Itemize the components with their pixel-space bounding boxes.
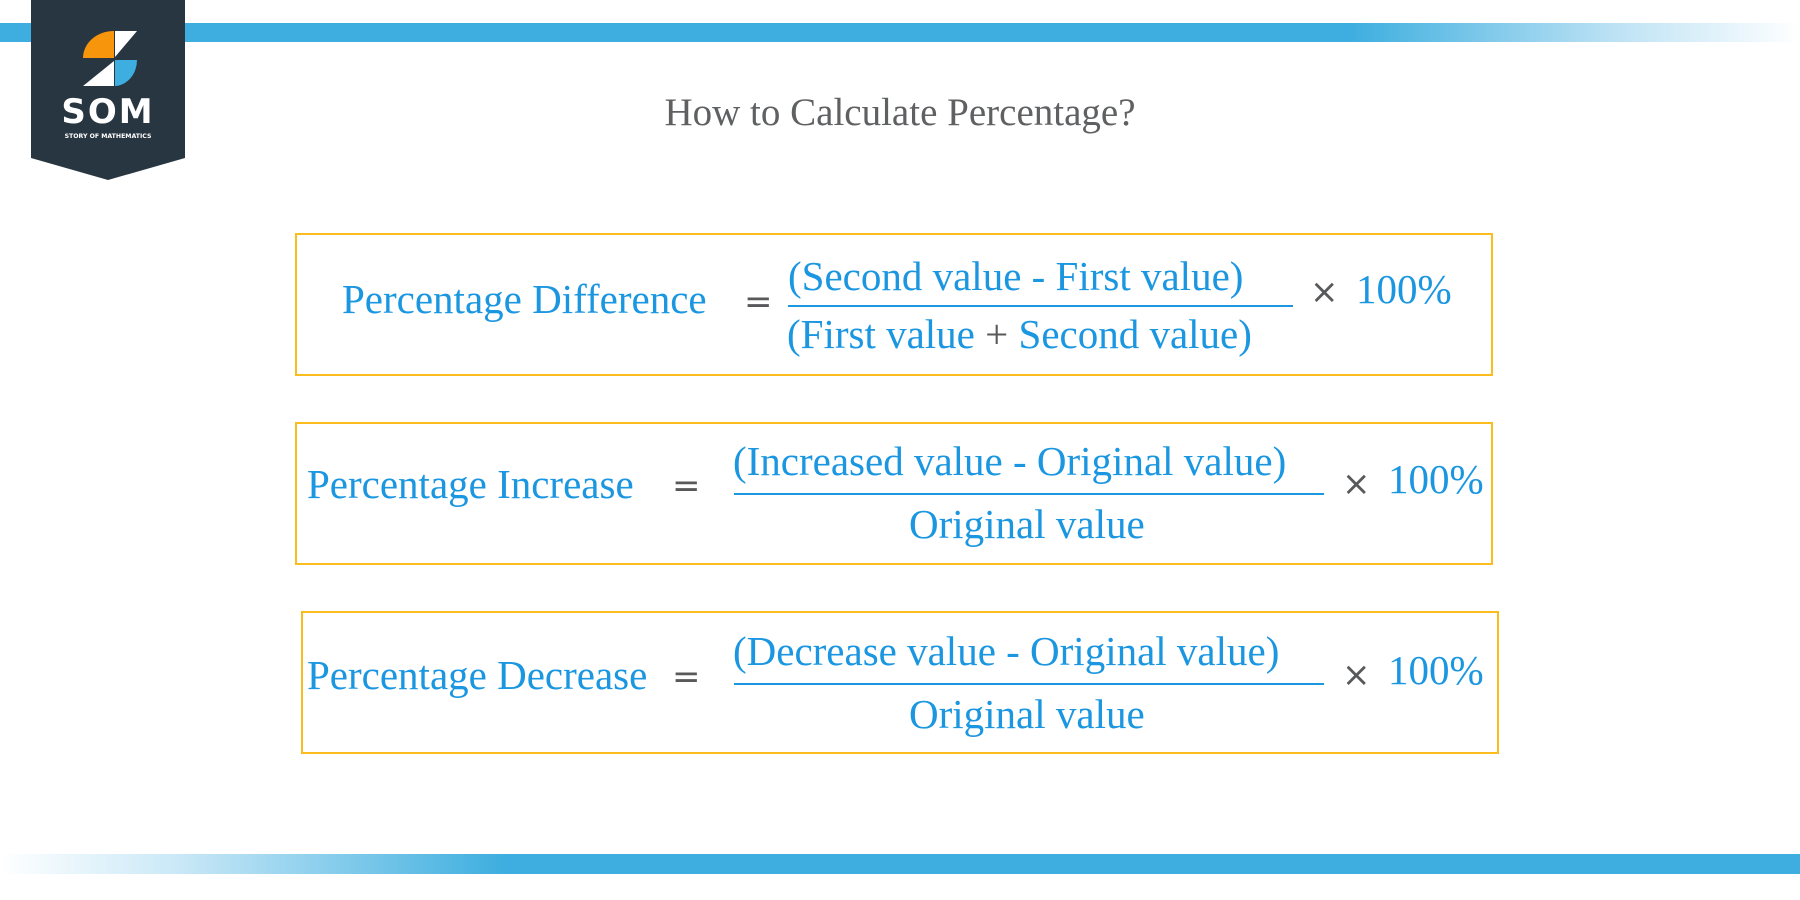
formula-box-percentage-difference: Percentage Difference = (Second value - … [295,233,1493,376]
formula-multiplier: 100% [1388,647,1484,693]
equals-sign: = [672,466,701,506]
formula-numerator: (Second value - First value) [788,253,1244,299]
times-sign: × [1342,464,1371,504]
top-accent-bar [0,23,1800,42]
equals-sign: = [744,282,773,322]
fraction-bar [734,683,1324,685]
plus-sign: + [985,311,1009,357]
fraction-bar [734,493,1324,495]
times-sign: × [1342,655,1371,695]
formula-denominator: (First value + Second value) [787,314,1252,355]
bottom-accent-bar [0,854,1800,874]
formula-box-percentage-decrease: Percentage Decrease = (Decrease value - … [301,611,1499,754]
formula-label: Percentage Increase [307,461,634,507]
formula-label: Percentage Difference [342,276,707,322]
formula-denominator: Original value [909,501,1145,547]
equals-sign: = [672,657,701,697]
formula-numerator: (Decrease value - Original value) [733,628,1280,674]
formula-multiplier: 100% [1356,266,1452,312]
formula-label: Percentage Decrease [307,652,648,698]
formula-denominator: Original value [909,691,1145,737]
page-title-text: How to Calculate Percentage? [664,91,1136,134]
denominator-part: (First value [787,311,986,357]
times-sign: × [1310,272,1339,312]
formula-box-percentage-increase: Percentage Increase = (Increased value -… [295,422,1493,565]
fraction-bar [788,305,1293,307]
denominator-part: Second value) [1008,311,1252,357]
page-title: How to Calculate Percentage? [0,90,1800,135]
formula-numerator: (Increased value - Original value) [733,438,1287,484]
formula-multiplier: 100% [1388,456,1484,502]
